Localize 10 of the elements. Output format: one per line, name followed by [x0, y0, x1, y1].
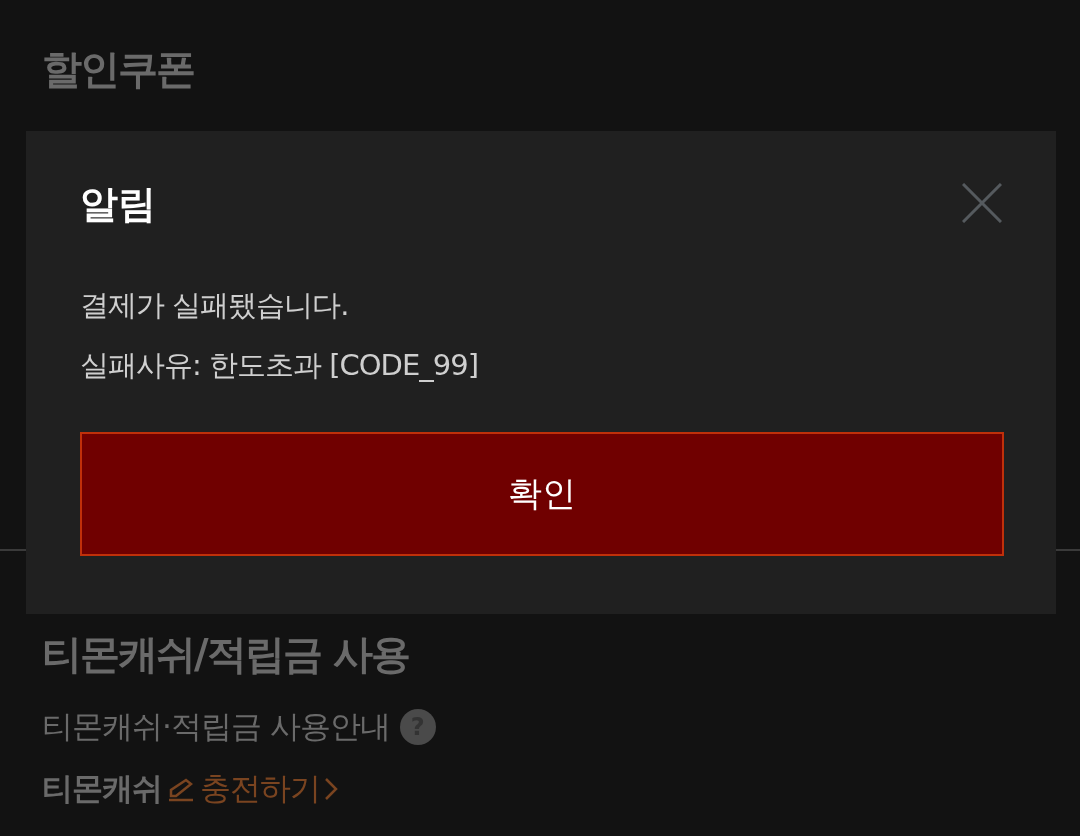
confirm-button[interactable]: 확인	[80, 432, 1004, 556]
dialog-message: 실패사유: 한도초과 [CODE_99]	[80, 347, 479, 384]
charge-link[interactable]: 충전하기	[200, 768, 320, 810]
close-icon[interactable]	[962, 183, 1002, 223]
guide-link[interactable]: 티몬캐쉬·적립금 사용안내	[42, 706, 390, 748]
section-title: 할인쿠폰	[42, 45, 194, 94]
dialog-title: 알림	[80, 181, 156, 228]
section-title: 티몬캐쉬/적립금 사용	[42, 630, 409, 679]
cash-label: 티몬캐쉬	[42, 769, 162, 808]
dialog-message: 결제가 실패됐습니다.	[80, 287, 350, 324]
